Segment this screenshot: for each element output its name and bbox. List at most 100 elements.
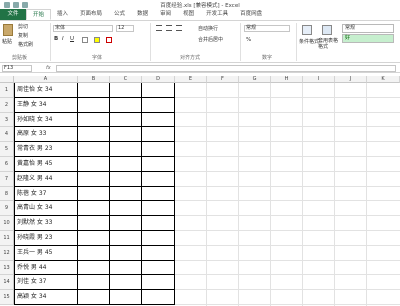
cell-d[interactable]: [142, 112, 175, 128]
italic-button[interactable]: I: [62, 36, 64, 42]
cell-d[interactable]: [142, 83, 175, 98]
cell-a[interactable]: 黄嘉怡 男 45: [14, 157, 78, 172]
tab-file[interactable]: 文件: [0, 9, 26, 20]
cell-a[interactable]: 周佳怡 女 34: [14, 83, 78, 98]
row-header[interactable]: 6: [0, 157, 14, 172]
column-header-b[interactable]: B: [78, 76, 110, 83]
fx-icon[interactable]: fx: [46, 65, 51, 71]
cell-c[interactable]: [110, 142, 142, 157]
tab-formulas[interactable]: 公式: [108, 9, 131, 20]
cell-c[interactable]: [110, 186, 142, 202]
fill-color-icon[interactable]: [94, 37, 100, 43]
cell-a[interactable]: 孙如晓 女 34: [14, 112, 78, 128]
cell-d[interactable]: [142, 245, 175, 261]
row-header[interactable]: 8: [0, 186, 14, 202]
bold-button[interactable]: B: [54, 36, 58, 42]
cell-a[interactable]: 乔悦 男 44: [14, 260, 78, 276]
cell-b[interactable]: [78, 260, 110, 276]
column-header-d[interactable]: D: [142, 76, 175, 83]
tab-page-layout[interactable]: 页面布局: [74, 9, 108, 20]
column-header-g[interactable]: G: [239, 76, 271, 83]
cell-c[interactable]: [110, 290, 142, 305]
format-painter-button[interactable]: 格式刷: [18, 41, 33, 48]
column-header-c[interactable]: C: [110, 76, 142, 83]
cell-c[interactable]: [110, 97, 142, 113]
align-bottom-icon[interactable]: [176, 25, 182, 31]
column-header-h[interactable]: H: [271, 76, 303, 83]
cell-c[interactable]: [110, 245, 142, 261]
cell-c[interactable]: [110, 201, 142, 217]
merge-center-button[interactable]: 合并后居中: [198, 36, 223, 43]
cell-d[interactable]: [142, 157, 175, 172]
cell-a[interactable]: 王静 女 34: [14, 97, 78, 113]
formula-input[interactable]: [56, 65, 396, 72]
border-icon[interactable]: [82, 37, 88, 43]
cell-d[interactable]: [142, 186, 175, 202]
column-header-f[interactable]: F: [207, 76, 239, 83]
cut-button[interactable]: 剪切: [18, 23, 28, 30]
cell-a[interactable]: 王兵一 男 45: [14, 245, 78, 261]
cell-a[interactable]: 刘佳 女 37: [14, 275, 78, 291]
column-header-j[interactable]: J: [335, 76, 367, 83]
cell-a[interactable]: 孙晓霞 男 23: [14, 231, 78, 246]
cell-c[interactable]: [110, 171, 142, 187]
underline-button[interactable]: U: [70, 36, 74, 42]
conditional-format-icon[interactable]: [302, 25, 312, 35]
cell-a[interactable]: 高原 女 33: [14, 127, 78, 143]
cell-d[interactable]: [142, 231, 175, 246]
cell-b[interactable]: [78, 275, 110, 291]
column-header-e[interactable]: E: [175, 76, 207, 83]
cell-b[interactable]: [78, 171, 110, 187]
cell-c[interactable]: [110, 157, 142, 172]
column-header-k[interactable]: K: [367, 76, 400, 83]
cell-d[interactable]: [142, 216, 175, 231]
tab-review[interactable]: 审阅: [154, 9, 177, 20]
row-header[interactable]: 13: [0, 260, 14, 276]
font-name-select[interactable]: 宋体: [53, 25, 113, 32]
row-header[interactable]: 2: [0, 97, 14, 113]
tab-insert[interactable]: 插入: [51, 9, 74, 20]
cell-d[interactable]: [142, 97, 175, 113]
cell-d[interactable]: [142, 201, 175, 217]
cell-b[interactable]: [78, 216, 110, 231]
tab-developer[interactable]: 开发工具: [200, 9, 234, 20]
cell-b[interactable]: [78, 127, 110, 143]
cell-c[interactable]: [110, 112, 142, 128]
cell-d[interactable]: [142, 275, 175, 291]
cell-a[interactable]: 陈蓓 女 37: [14, 186, 78, 202]
cell-a[interactable]: 刘默然 女 33: [14, 216, 78, 231]
cell-b[interactable]: [78, 97, 110, 113]
cell-b[interactable]: [78, 231, 110, 246]
style-normal[interactable]: 常规: [342, 24, 394, 33]
cell-c[interactable]: [110, 127, 142, 143]
cell-a[interactable]: 高青山 女 34: [14, 201, 78, 217]
column-header-i[interactable]: I: [303, 76, 335, 83]
cell-b[interactable]: [78, 201, 110, 217]
cell-b[interactable]: [78, 245, 110, 261]
cell-c[interactable]: [110, 231, 142, 246]
name-box[interactable]: F13: [2, 65, 32, 72]
row-header[interactable]: 9: [0, 201, 14, 217]
cell-b[interactable]: [78, 290, 110, 305]
cell-d[interactable]: [142, 290, 175, 305]
paste-button[interactable]: 粘贴: [2, 38, 12, 45]
conditional-format-button[interactable]: 条件格式: [299, 38, 319, 45]
row-header[interactable]: 11: [0, 231, 14, 246]
cell-c[interactable]: [110, 216, 142, 231]
style-good[interactable]: 好: [342, 34, 394, 43]
row-header[interactable]: 14: [0, 275, 14, 291]
tab-home[interactable]: 开始: [26, 9, 52, 20]
row-header[interactable]: 10: [0, 216, 14, 231]
cell-b[interactable]: [78, 186, 110, 202]
cell-a[interactable]: 高颖 女 34: [14, 290, 78, 305]
font-color-icon[interactable]: [106, 37, 112, 43]
align-top-icon[interactable]: [156, 25, 162, 31]
cell-a[interactable]: 常青衣 男 23: [14, 142, 78, 157]
cell-c[interactable]: [110, 275, 142, 291]
format-as-table-icon[interactable]: [322, 25, 332, 35]
tab-view[interactable]: 视图: [177, 9, 200, 20]
row-header[interactable]: 12: [0, 245, 14, 261]
cell-d[interactable]: [142, 127, 175, 143]
tab-baidu-netdisk[interactable]: 百度网盘: [234, 9, 268, 20]
cell-b[interactable]: [78, 157, 110, 172]
